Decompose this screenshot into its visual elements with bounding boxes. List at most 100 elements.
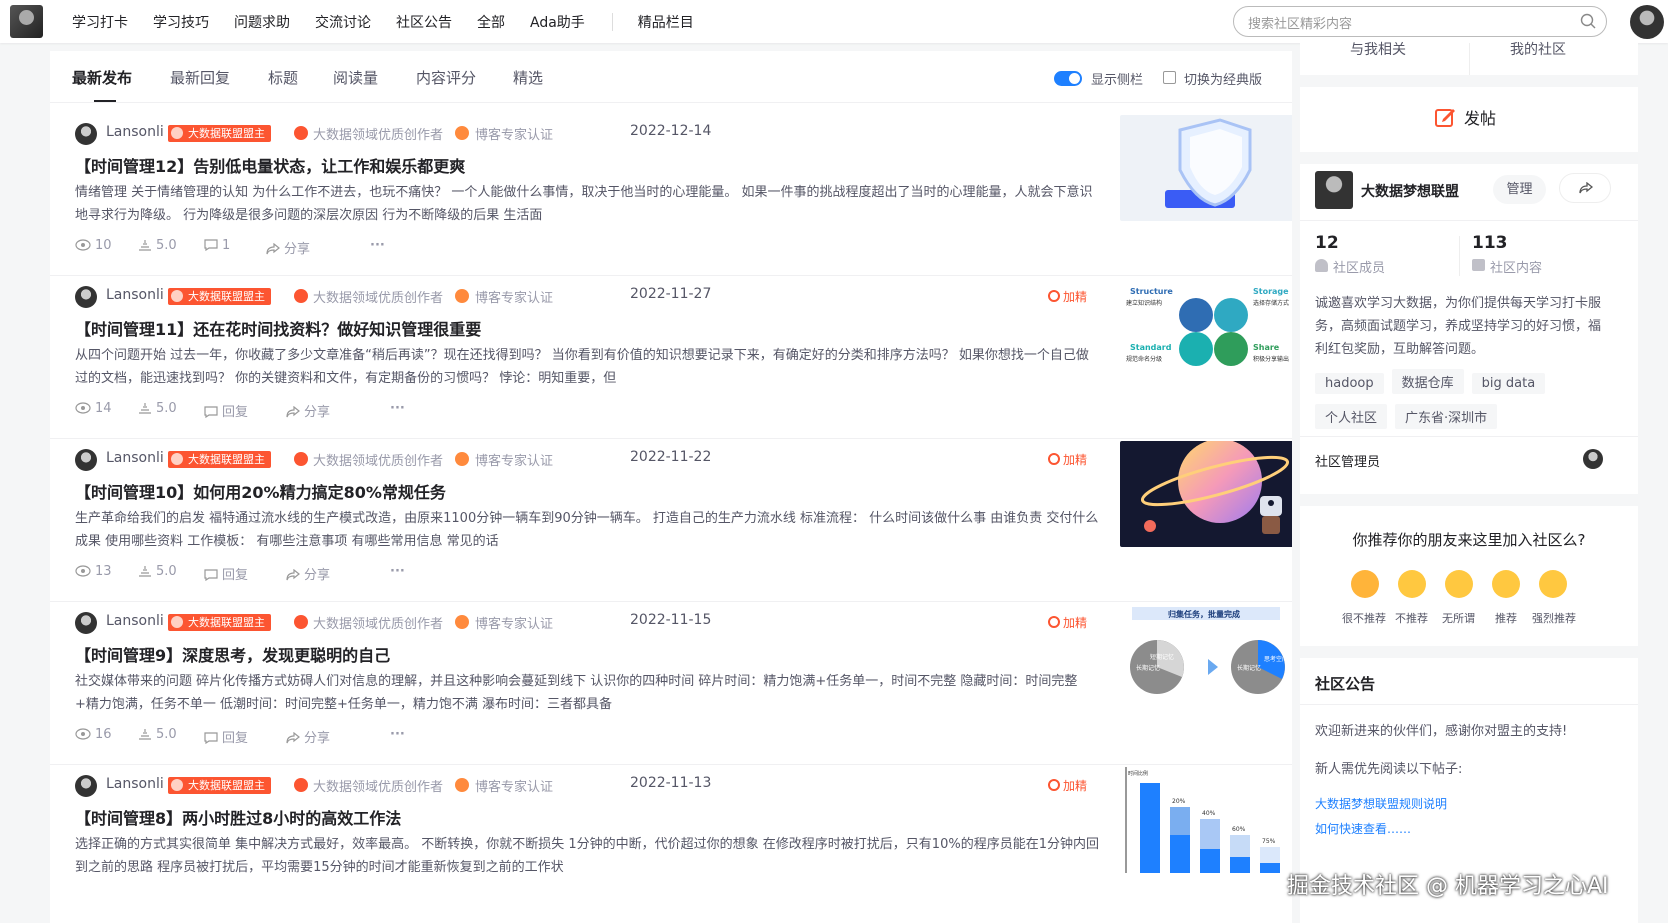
more-menu-icon[interactable]: ··· xyxy=(390,727,405,742)
nav-item-featured[interactable]: 精品栏目 xyxy=(638,12,694,32)
reply-button[interactable]: 回复 xyxy=(204,564,248,585)
search-input[interactable]: 搜索社区精彩内容 xyxy=(1233,6,1607,37)
community-name[interactable]: 大数据梦想联盟 xyxy=(1361,181,1459,201)
author-name[interactable]: Lansonli xyxy=(106,124,164,140)
author-name[interactable]: Lansonli xyxy=(106,287,164,303)
author-avatar[interactable] xyxy=(75,286,97,308)
reply-button[interactable]: 回复 xyxy=(204,727,248,748)
post-item[interactable]: Lansonli 大数据联盟盟主 大数据领域优质创作者 博客专家认证 2022-… xyxy=(50,429,1292,602)
post-title[interactable]: 【时间管理8】两小时胜过8小时的高效工作法 xyxy=(75,805,401,829)
reply-button[interactable]: 回复 xyxy=(204,401,248,422)
post-excerpt[interactable]: 选择正确的方式其实很简单 集中解决方式最好，效率最高。 不断转换，你就不断损失 … xyxy=(75,833,1099,881)
nav-item-study-checkin[interactable]: 学习打卡 xyxy=(72,12,128,32)
share-button[interactable]: 分享 xyxy=(286,727,330,748)
manage-button[interactable]: 管理 xyxy=(1493,175,1546,204)
thumb-pct-60: 60% xyxy=(1232,826,1246,833)
author-avatar[interactable] xyxy=(75,449,97,471)
post-thumbnail[interactable]: 归集任务，批量完成 短期记忆 长期记忆 长期记忆 思考空间 xyxy=(1120,604,1292,710)
tab-title[interactable]: 标题 xyxy=(268,67,298,88)
tab-latest[interactable]: 最新发布 xyxy=(72,67,132,102)
author-avatar[interactable] xyxy=(75,123,97,145)
option-neutral[interactable]: 无所谓 xyxy=(1442,610,1475,626)
tab-my-community[interactable]: 我的社区 xyxy=(1510,43,1566,57)
post-title[interactable]: 【时间管理10】如何用20%精力搞定80%常规任务 xyxy=(75,479,446,503)
emoji-very-not-recommend-icon[interactable] xyxy=(1351,570,1379,598)
tab-score[interactable]: 内容评分 xyxy=(416,67,476,88)
nav-item-help[interactable]: 问题求助 xyxy=(234,12,290,32)
author-name[interactable]: Lansonli xyxy=(106,776,164,792)
featured-tag: 加精 xyxy=(1048,614,1087,631)
author-avatar[interactable] xyxy=(75,775,97,797)
sidebar-toggle[interactable] xyxy=(1054,71,1082,86)
emoji-recommend-icon[interactable] xyxy=(1492,570,1520,598)
new-post-button[interactable]: 发帖 xyxy=(1434,105,1496,129)
admin-avatar[interactable] xyxy=(1583,449,1603,469)
reply-label: 回复 xyxy=(222,568,249,583)
author-name[interactable]: Lansonli xyxy=(106,613,164,629)
post-thumbnail[interactable] xyxy=(1120,441,1292,547)
option-recommend[interactable]: 推荐 xyxy=(1495,610,1517,626)
post-item[interactable]: Lansonli 大数据联盟盟主 大数据领域优质创作者 博客专家认证 2022-… xyxy=(50,103,1292,276)
author-name[interactable]: Lansonli xyxy=(106,450,164,466)
share-community-button[interactable] xyxy=(1559,173,1611,203)
post-excerpt[interactable]: 从四个问题开始 过去一年，你收藏了多少文章准备“稍后再读”？现在还找得到吗？ 当… xyxy=(75,344,1099,392)
option-strong-recommend[interactable]: 强烈推荐 xyxy=(1532,610,1576,626)
tag-data-warehouse[interactable]: 数据仓库 xyxy=(1391,369,1464,394)
emoji-neutral-icon[interactable] xyxy=(1445,570,1473,598)
post-item[interactable]: Lansonli 大数据联盟盟主 大数据领域优质创作者 博客专家认证 2022-… xyxy=(50,592,1292,765)
nav-item-study-tips[interactable]: 学习技巧 xyxy=(153,12,209,32)
comment-icon xyxy=(204,406,218,422)
nav-item-announcements[interactable]: 社区公告 xyxy=(396,12,452,32)
option-very-not-recommend[interactable]: 很不推荐 xyxy=(1342,610,1386,626)
post-excerpt[interactable]: 情绪管理 关于情绪管理的认知 为什么工作不进去，也玩不痛快？ 一个人能做什么事情… xyxy=(75,181,1099,229)
creator-cert: 大数据领域优质创作者 xyxy=(313,617,444,632)
post-title[interactable]: 【时间管理9】深度思考，发现更聪明的自己 xyxy=(75,642,390,666)
more-menu-icon[interactable]: ··· xyxy=(370,238,385,253)
site-logo[interactable] xyxy=(10,5,43,38)
creator-cert-icon xyxy=(294,615,308,629)
nav-item-discussion[interactable]: 交流讨论 xyxy=(315,12,371,32)
sidebar-toggle-label[interactable]: 显示侧栏 xyxy=(1091,69,1143,88)
edit-icon xyxy=(1435,109,1455,127)
thumb-share-cn: 积极分享输出 xyxy=(1253,355,1289,363)
post-excerpt[interactable]: 社交媒体带来的问题 碎片化传播方式妨碍人们对信息的理解，并且这种影响会蔓延到线下… xyxy=(75,670,1099,718)
tag-location[interactable]: 广东省·深圳市 xyxy=(1395,404,1498,429)
post-thumbnail[interactable]: Structure 建立知识结构 Storage 选择存储方式 Standard… xyxy=(1120,278,1292,384)
tab-latest-reply[interactable]: 最新回复 xyxy=(170,67,230,88)
classic-view-icon[interactable] xyxy=(1163,71,1176,84)
tag-big-data[interactable]: big data xyxy=(1471,373,1546,394)
creator-cert-icon xyxy=(294,126,308,140)
stats-divider xyxy=(1459,236,1460,276)
search-icon[interactable] xyxy=(1580,13,1596,29)
tag-hadoop[interactable]: hadoop xyxy=(1315,373,1384,394)
post-excerpt[interactable]: 生产革命给我们的启发 福特通过流水线的生产模式改造，由原来1100分钟一辆车到9… xyxy=(75,507,1099,555)
thumb-standard: Standard xyxy=(1130,343,1172,352)
nav-item-all[interactable]: 全部 xyxy=(477,12,505,32)
post-title[interactable]: 【时间管理12】告别低电量状态，让工作和娱乐都更爽 xyxy=(75,153,465,177)
rules-link[interactable]: 大数据梦想联盟规则说明 xyxy=(1315,795,1447,812)
tag-personal-community[interactable]: 个人社区 xyxy=(1315,404,1388,429)
share-button[interactable]: 分享 xyxy=(266,238,310,259)
user-avatar[interactable] xyxy=(1630,5,1664,39)
emoji-strong-recommend-icon[interactable] xyxy=(1539,570,1567,598)
post-title[interactable]: 【时间管理11】还在花时间找资料？做好知识管理很重要 xyxy=(75,316,481,340)
more-menu-icon[interactable]: ··· xyxy=(390,401,405,416)
post-thumbnail[interactable] xyxy=(1120,115,1292,221)
post-thumbnail[interactable]: 时间比例 20% 40% 60% 75% xyxy=(1120,767,1292,873)
guide-link[interactable]: 如何快速查看…… xyxy=(1315,820,1411,837)
community-avatar[interactable] xyxy=(1315,171,1353,209)
post-item[interactable]: Lansonli 大数据联盟盟主 大数据领域优质创作者 博客专家认证 2022-… xyxy=(50,755,1292,923)
emoji-not-recommend-icon[interactable] xyxy=(1398,570,1426,598)
option-not-recommend[interactable]: 不推荐 xyxy=(1395,610,1428,626)
share-button[interactable]: 分享 xyxy=(286,401,330,422)
tab-featured[interactable]: 精选 xyxy=(513,67,543,88)
share-button[interactable]: 分享 xyxy=(286,564,330,585)
tab-related-to-me[interactable]: 与我相关 xyxy=(1350,43,1406,57)
post-item[interactable]: Lansonli 大数据联盟盟主 大数据领域优质创作者 博客专家认证 2022-… xyxy=(50,266,1292,439)
reply-button[interactable]: 1 xyxy=(204,238,230,255)
nav-item-ada-assistant[interactable]: Ada助手 xyxy=(530,12,585,32)
more-menu-icon[interactable]: ··· xyxy=(390,564,405,579)
tab-views[interactable]: 阅读量 xyxy=(333,67,378,88)
classic-view-button[interactable]: 切换为经典版 xyxy=(1184,69,1262,88)
author-avatar[interactable] xyxy=(75,612,97,634)
